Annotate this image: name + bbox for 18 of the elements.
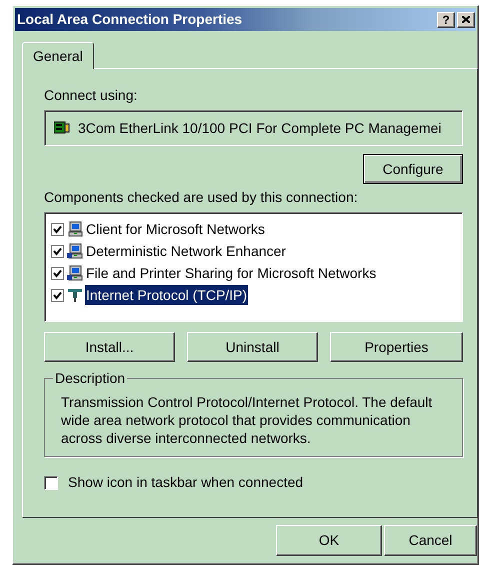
component-action-button[interactable]: Uninstall	[187, 332, 318, 362]
help-button[interactable]: ?	[437, 12, 455, 28]
component-item[interactable]: Internet Protocol (TCP/IP)	[85, 285, 248, 305]
window-title: Local Area Connection Properties	[17, 10, 242, 29]
component-item[interactable]: File and Printer Sharing for Microsoft Networks	[85, 263, 378, 283]
ok-button[interactable]: OK	[276, 525, 382, 556]
component-action-button[interactable]: Properties	[330, 332, 463, 362]
tab[interactable]: General	[22, 42, 94, 69]
adapter-name: 3Com EtherLink 10/100 PCI For Complete PC Managemei	[78, 118, 442, 138]
show-icon-label: Show icon in taskbar when connected	[68, 473, 304, 492]
cancel-button[interactable]: Cancel	[384, 525, 477, 556]
component-item[interactable]: Client for Microsoft Networks	[85, 219, 266, 239]
connect-using-label: Connect using:	[44, 86, 138, 104]
description-text: Transmission Control Protocol/Internet Protocol. The default wide area network protocol that provides communication across diverse interconnected networks.	[61, 393, 434, 447]
configure-button[interactable]: Configure	[363, 154, 463, 184]
component-item[interactable]: Deterministic Network Enhancer	[85, 241, 287, 261]
components-label: Components checked are used by this connection:	[44, 188, 359, 206]
component-action-button[interactable]: Install...	[44, 332, 175, 362]
